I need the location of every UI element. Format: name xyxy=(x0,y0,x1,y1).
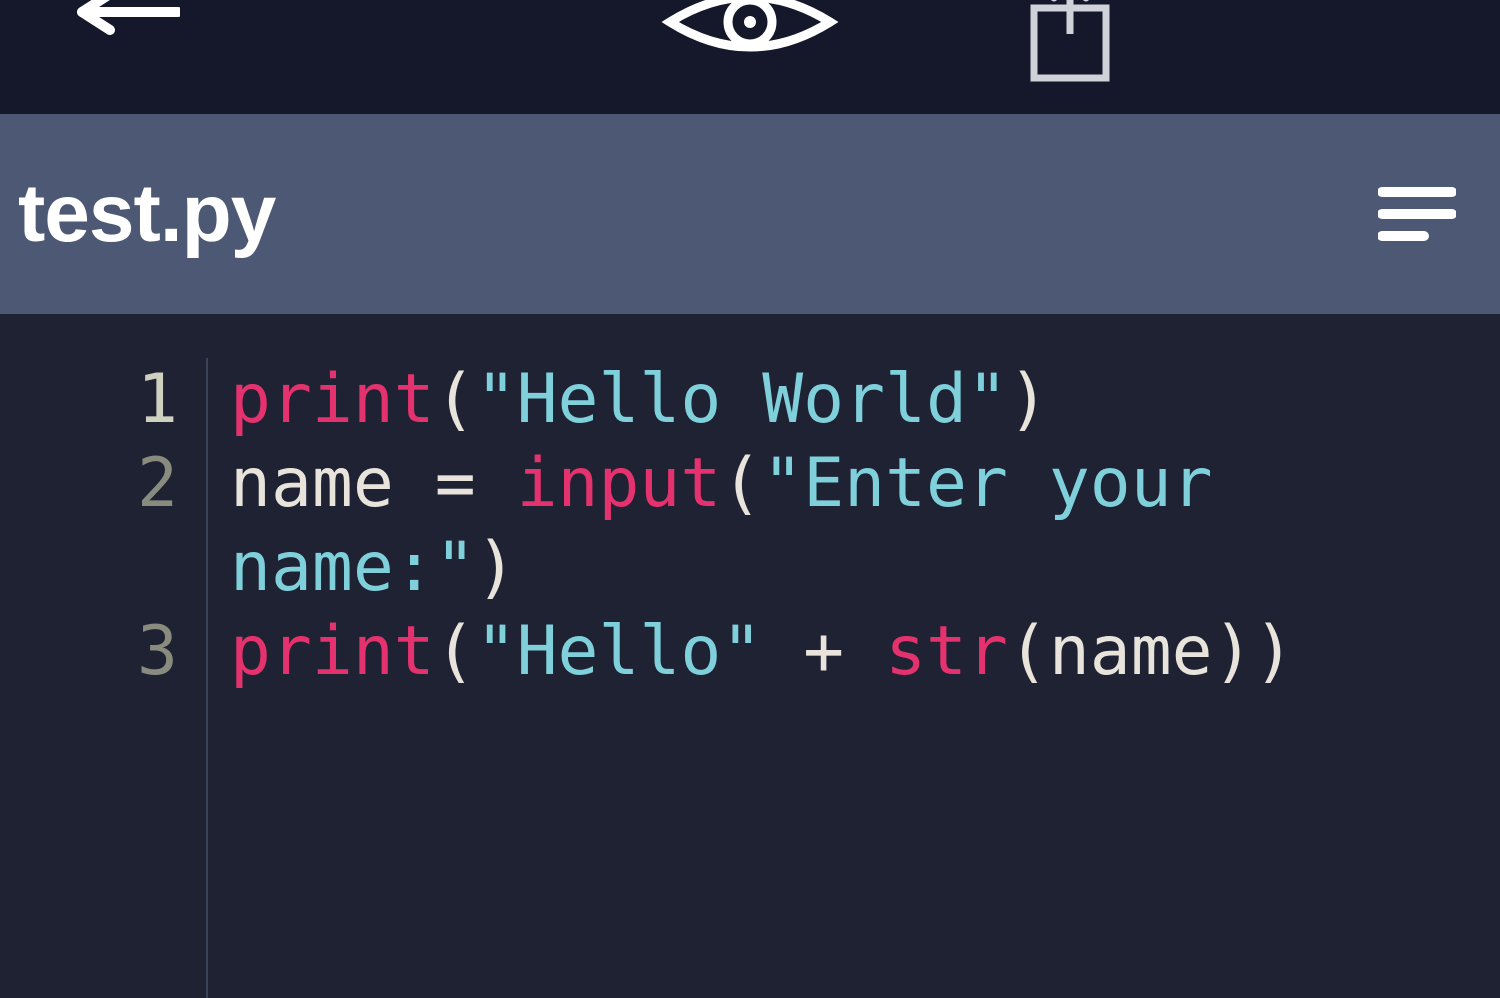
code-token: ) xyxy=(1008,360,1049,439)
preview-button[interactable] xyxy=(660,0,840,77)
share-button[interactable] xyxy=(1020,0,1120,89)
code-token: print xyxy=(230,360,435,439)
code-token: "Hello World" xyxy=(476,360,1008,439)
app-toolbar xyxy=(0,0,1500,114)
code-editor[interactable]: 123 print("Hello World")name = input("En… xyxy=(0,314,1500,998)
code-token: name:" xyxy=(230,528,476,607)
code-token: ( xyxy=(435,612,476,691)
line-number: 3 xyxy=(0,610,178,694)
line-number: 2 xyxy=(0,442,178,610)
code-token: "Enter your xyxy=(762,444,1253,523)
back-button[interactable] xyxy=(70,0,180,54)
code-line[interactable]: print("Hello" + str(name)) xyxy=(230,610,1500,694)
code-line[interactable]: name = input("Enter your xyxy=(230,442,1500,526)
code-token: ( xyxy=(1008,612,1049,691)
outline-button[interactable] xyxy=(1378,184,1456,244)
code-line-wrap[interactable]: name:") xyxy=(230,526,1500,610)
line-gutter: 123 xyxy=(0,358,208,998)
code-line[interactable]: print("Hello World") xyxy=(230,358,1500,442)
code-token: ( xyxy=(721,444,762,523)
list-icon xyxy=(1378,184,1456,244)
code-token: "Hello" xyxy=(476,612,763,691)
code-token: str xyxy=(885,612,1008,691)
code-token: ) xyxy=(476,528,517,607)
code-token: = xyxy=(435,444,517,523)
code-token: print xyxy=(230,612,435,691)
eye-icon xyxy=(660,59,840,76)
line-number: 1 xyxy=(0,358,178,442)
back-arrow-icon xyxy=(70,0,180,54)
file-name: test.py xyxy=(18,167,275,261)
code-token: name xyxy=(1049,612,1213,691)
code-token: ( xyxy=(435,360,476,439)
code-token: name xyxy=(230,444,435,523)
code-token: input xyxy=(517,444,722,523)
code-token: )) xyxy=(1213,612,1295,691)
file-header: test.py xyxy=(0,114,1500,314)
code-token: + xyxy=(762,612,885,691)
share-icon xyxy=(1020,71,1120,88)
code-area[interactable]: print("Hello World")name = input("Enter … xyxy=(208,358,1500,998)
